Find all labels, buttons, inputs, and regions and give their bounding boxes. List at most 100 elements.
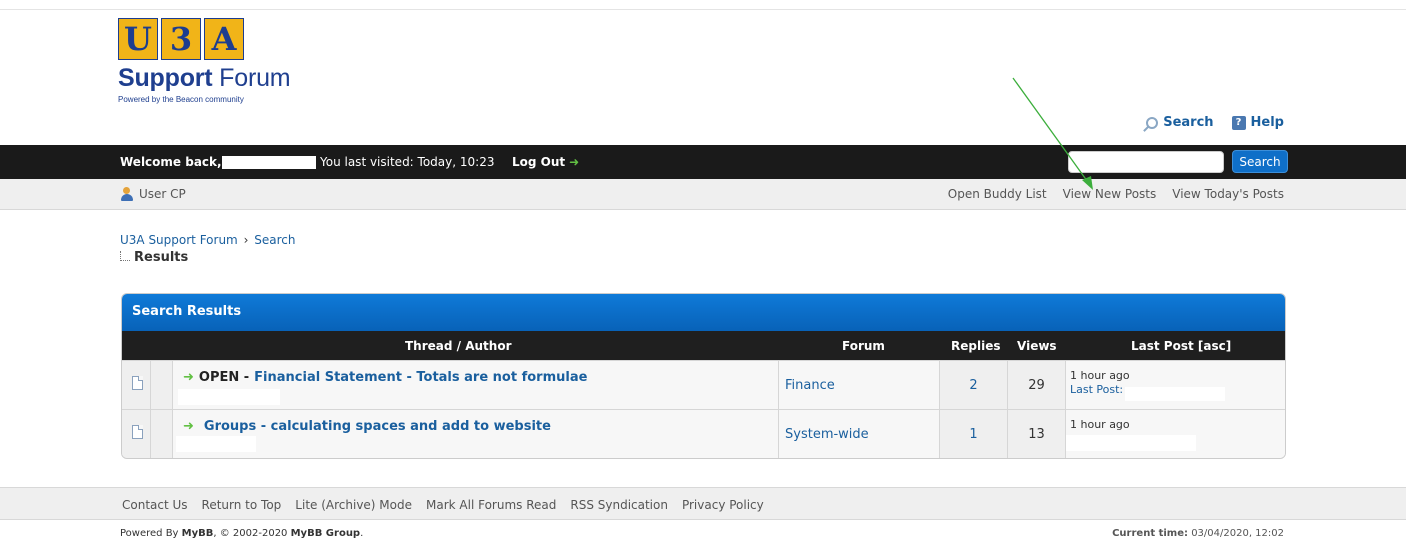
user-cp-link[interactable]: User CP [120,187,186,201]
breadcrumb-search[interactable]: Search [254,233,295,247]
replies-cell: 1 [940,410,1008,458]
quick-search-input[interactable] [1068,151,1224,173]
redacted-last-poster [1066,435,1196,451]
thread-title-line: ➜ Groups - calculating spaces and add to… [183,419,551,434]
arrow-right-icon: ➜ [569,155,580,169]
sub-nav-bar: User CP Open Buddy List View New Posts V… [0,179,1406,210]
last-post-cell: 1 hour ago [1066,410,1285,458]
last-post-link[interactable]: Last Post: [1070,383,1123,396]
footer-privacy-link[interactable]: Privacy Policy [682,498,764,512]
footer-links: Contact Us Return to Top Lite (Archive) … [122,498,764,512]
tree-branch-icon [120,250,130,261]
redacted-author [176,436,256,452]
views-cell: 13 [1008,410,1066,458]
powered-mid: , © 2002-2020 [213,528,291,539]
powered-brand-link[interactable]: MyBB [182,528,214,539]
logo-subtitle: Powered by the Beacon community [118,95,244,104]
views-cell: 29 [1008,361,1066,410]
welcome-text: Welcome back, [120,155,222,169]
footer-contact-link[interactable]: Contact Us [122,498,188,512]
views-count: 29 [1028,378,1045,393]
logo-letter-a: A [204,18,244,60]
current-time: Current time: 03/04/2020, 12:02 [1112,528,1284,539]
user-cp-label: User CP [139,187,186,201]
thread-status-cell [122,410,151,458]
forum-cell: System-wide [779,410,940,458]
footer-mark-read-link[interactable]: Mark All Forums Read [426,498,556,512]
breadcrumb-current: Results [120,250,188,265]
powered-group-link[interactable]: MyBB Group [291,528,360,539]
forum-link[interactable]: Finance [785,378,835,393]
arrow-right-icon: ➜ [183,370,194,385]
breadcrumb: U3A Support Forum › Search [120,233,295,247]
arrow-right-icon: ➜ [183,419,194,434]
footer-return-top-link[interactable]: Return to Top [202,498,282,512]
thread-icon-cell [151,361,173,410]
redacted-username [222,156,316,169]
last-post-info: 1 hour ago Last Post: [1070,369,1130,397]
footer-lite-mode-link[interactable]: Lite (Archive) Mode [295,498,412,512]
last-post-info: 1 hour ago [1070,418,1130,432]
thread-cell: ➜ OPEN - Financial Statement - Totals ar… [173,361,779,410]
copyright: Powered By MyBB, © 2002-2020 MyBB Group. [120,528,363,539]
thread-document-icon [132,425,143,439]
view-todays-posts-link[interactable]: View Today's Posts [1172,187,1284,201]
logo-letter-3: 3 [161,18,201,60]
logo-title-bold: Support [118,64,213,92]
powered-end: . [360,528,364,539]
current-time-label: Current time: [1112,528,1188,539]
logout-link[interactable]: Log Out ➜ [512,155,579,169]
col-thread-author[interactable]: Thread / Author [405,339,511,353]
buddy-list-link[interactable]: Open Buddy List [948,187,1047,201]
search-link-label: Search [1163,115,1214,130]
logo-title: Support Forum [118,64,318,93]
col-views[interactable]: Views [1017,339,1057,353]
search-link[interactable]: Search [1146,115,1214,130]
col-last-post[interactable]: Last Post [asc] [1131,339,1231,353]
search-results-table: Search Results Thread / Author Forum Rep… [121,293,1286,459]
help-link[interactable]: ? Help [1231,115,1284,130]
welcome-bar: Welcome back, You last visited: Today, 1… [0,145,1406,179]
replies-count[interactable]: 1 [940,427,1007,442]
thread-document-icon [132,376,143,390]
thread-title-link[interactable]: Groups - calculating spaces and add to w… [204,419,551,434]
current-time-value: 03/04/2020, 12:02 [1191,528,1284,539]
sub-nav-right: Open Buddy List View New Posts View Toda… [948,187,1284,201]
results-title: Search Results [122,294,1285,331]
last-post-time: 1 hour ago [1070,369,1130,382]
thread-prefix: OPEN - [198,370,250,385]
thread-icon-cell [151,410,173,458]
redacted-author [178,389,280,405]
thread-status-cell [122,361,151,410]
footer-bar: Contact Us Return to Top Lite (Archive) … [0,487,1406,520]
replies-count[interactable]: 2 [940,378,1007,393]
thread-cell: ➜ Groups - calculating spaces and add to… [173,410,779,458]
search-icon [1146,116,1159,129]
last-post-cell: 1 hour ago Last Post: [1066,361,1285,410]
redacted-last-poster [1125,387,1225,401]
forum-cell: Finance [779,361,940,410]
table-row: ➜ Groups - calculating spaces and add to… [122,409,1285,458]
view-new-posts-link[interactable]: View New Posts [1063,187,1157,201]
breadcrumb-root[interactable]: U3A Support Forum [120,233,238,247]
thread-title-link[interactable]: Financial Statement - Totals are not for… [254,370,587,385]
col-forum[interactable]: Forum [842,339,885,353]
breadcrumb-current-label: Results [134,250,189,265]
col-replies[interactable]: Replies [951,339,1000,353]
logo-title-rest: Forum [212,64,291,92]
footer-rss-link[interactable]: RSS Syndication [570,498,668,512]
last-post-time: 1 hour ago [1070,418,1130,431]
quick-search-button[interactable]: Search [1232,150,1288,173]
forum-link[interactable]: System-wide [785,427,869,442]
top-links: Search ? Help [1146,115,1284,130]
site-logo[interactable]: U 3 A Support Forum Powered by the Beaco… [118,18,318,128]
help-icon: ? [1231,115,1246,130]
views-count: 13 [1028,427,1045,442]
thread-title-line: ➜ OPEN - Financial Statement - Totals ar… [183,370,587,385]
breadcrumb-separator: › [243,233,249,247]
logout-label: Log Out [512,155,566,169]
logo-letter-u: U [118,18,158,60]
powered-pre: Powered By [120,528,182,539]
table-row: ➜ OPEN - Financial Statement - Totals ar… [122,360,1285,410]
user-icon [120,187,134,201]
